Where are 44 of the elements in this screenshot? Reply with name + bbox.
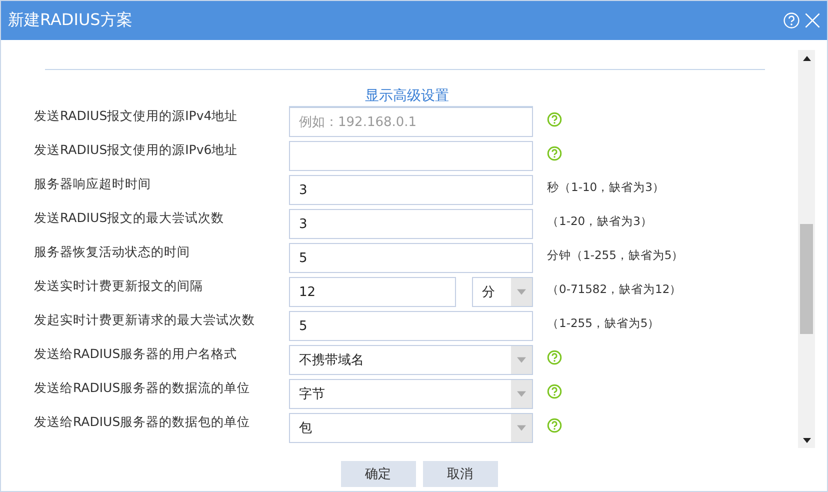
dropdown[interactable]: 不携带域名 <box>289 345 533 375</box>
field-label: 发送给RADIUS服务器的用户名格式 <box>34 345 238 363</box>
caret-icon <box>517 357 526 363</box>
caret-icon <box>517 425 526 431</box>
hint-text: （1-20，缺省为3） <box>547 214 652 228</box>
hint-text: 分钟（1-255，缺省为5） <box>547 248 684 262</box>
hint-text: 秒（1-10，缺省为3） <box>547 180 664 194</box>
window-title: 新建RADIUS方案 <box>8 10 132 31</box>
scrollbar[interactable] <box>798 50 815 448</box>
field-label: 发起实时计费更新请求的最大尝试次数 <box>34 311 256 329</box>
field-label: 发送给RADIUS服务器的数据流的单位 <box>34 379 252 397</box>
input-field[interactable]: 12 <box>289 277 456 307</box>
close-icon[interactable] <box>804 12 821 29</box>
help-icon[interactable] <box>547 384 562 398</box>
input-field[interactable] <box>289 141 533 171</box>
field-label: 发送RADIUS报文使用的源IPv6地址 <box>34 141 239 159</box>
dialog-button[interactable]: 确定 <box>340 460 416 486</box>
unit-dropdown[interactable]: 分 <box>472 277 533 307</box>
scroll-up-icon[interactable] <box>802 56 810 60</box>
help-icon[interactable] <box>547 350 562 364</box>
input-field[interactable]: 例如：192.168.0.1 <box>289 107 533 137</box>
scrollbar-thumb[interactable] <box>800 224 813 334</box>
dropdown[interactable]: 字节 <box>289 379 533 409</box>
field-label: 发送RADIUS报文使用的源IPv4地址 <box>34 107 239 125</box>
hint-text: （0-71582，缺省为12） <box>547 282 682 296</box>
input-field[interactable]: 3 <box>289 209 533 239</box>
field-label: 服务器响应超时时间 <box>34 175 152 193</box>
input-field[interactable]: 3 <box>289 175 533 205</box>
advanced-settings-link[interactable]: 显示高级设置 <box>365 88 449 104</box>
caret-icon <box>517 289 526 295</box>
dropdown[interactable]: 包 <box>289 413 533 443</box>
dialog-button[interactable]: 取消 <box>422 460 498 486</box>
field-label: 发送给RADIUS服务器的数据包的单位 <box>34 413 252 431</box>
field-label: 发送实时计费更新报文的间隔 <box>34 277 204 295</box>
help-icon[interactable] <box>547 146 562 160</box>
input-field[interactable]: 5 <box>289 311 533 341</box>
field-label: 服务器恢复活动状态的时间 <box>34 243 191 261</box>
input-field[interactable]: 5 <box>289 243 533 273</box>
help-icon[interactable] <box>547 112 562 126</box>
field-label: 发送RADIUS报文的最大尝试次数 <box>34 209 226 227</box>
hint-text: （1-255，缺省为5） <box>547 316 660 330</box>
help-icon[interactable] <box>547 418 562 432</box>
caret-icon <box>517 391 526 397</box>
scroll-down-icon[interactable] <box>802 438 810 442</box>
